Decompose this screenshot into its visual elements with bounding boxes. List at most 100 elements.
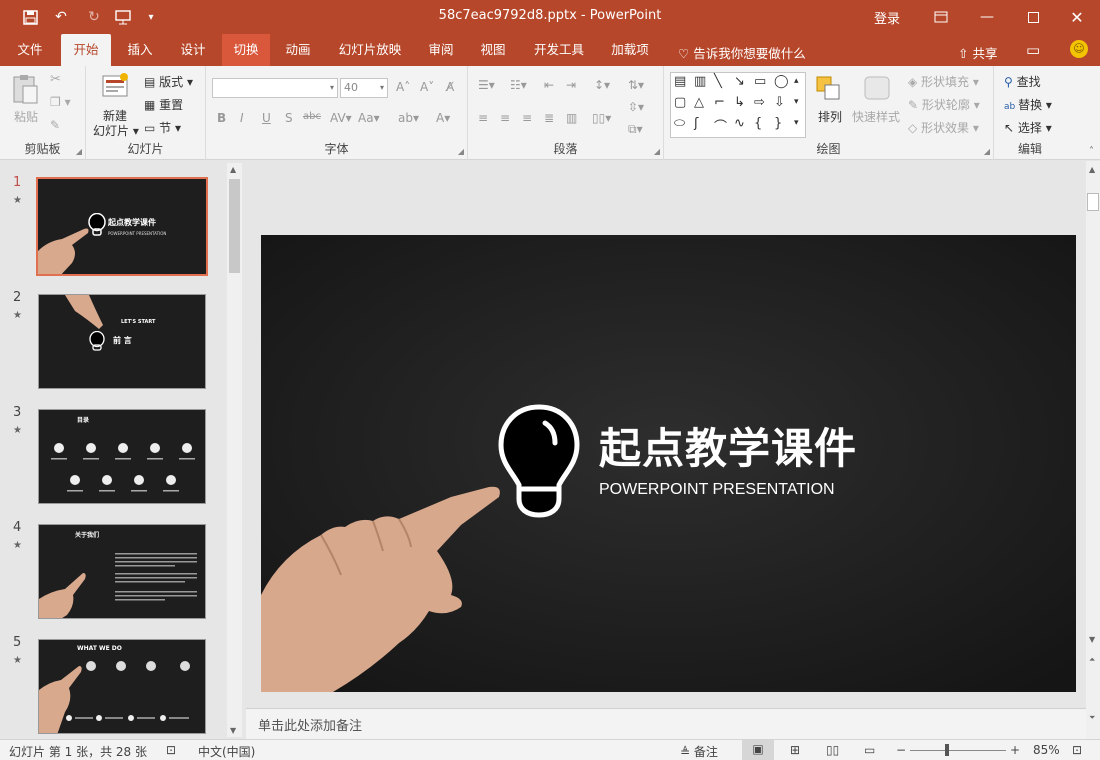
language-indicator[interactable]: 中文(中国) <box>198 743 255 760</box>
text-direction-icon[interactable]: ⇅▾ <box>628 78 644 92</box>
tab-addins[interactable]: 加载项 <box>604 34 656 66</box>
align-center-icon[interactable]: ≡ <box>500 111 510 125</box>
tell-me-box[interactable]: ♡ 告诉我你想要做什么 <box>678 43 806 62</box>
feedback-smiley-icon[interactable]: ☺ <box>1070 40 1088 58</box>
slide-thumbnail-1[interactable]: 起点教学课件 POWERPOINT PRESENTATION <box>36 177 208 276</box>
slide-thumbnail-4[interactable]: 关于我们 <box>38 524 206 619</box>
notes-pane[interactable]: 单击此处添加备注 <box>246 708 1086 739</box>
align-left-icon[interactable]: ≡ <box>478 111 488 125</box>
oval-shape-icon[interactable]: ◯ <box>774 74 789 89</box>
zoom-slider[interactable] <box>910 750 1006 751</box>
strikethrough-icon[interactable]: abc <box>303 111 321 122</box>
shape-effects-button[interactable]: ◇ 形状效果 ▾ <box>908 119 979 136</box>
font-launcher-icon[interactable]: ◢ <box>458 147 464 156</box>
share-button[interactable]: ⇧ 共享 <box>958 43 997 62</box>
change-case-icon[interactable]: Aa▾ <box>358 111 380 125</box>
layout-button[interactable]: ▤ 版式 ▾ <box>144 73 193 90</box>
scroll-up-icon[interactable]: ▲ <box>230 165 236 174</box>
slide-scrollbar[interactable]: ▲ ▼ ⏶ ⏷ <box>1086 161 1100 739</box>
arrange-icon[interactable] <box>814 74 844 104</box>
slide-thumbnail-3[interactable]: 目录 <box>38 409 206 504</box>
flowchart-shape-icon[interactable]: ⬭ <box>674 116 685 131</box>
copy-icon[interactable]: ❐ ▾ <box>50 95 71 109</box>
smartart-icon[interactable]: ⧉▾ <box>628 122 643 137</box>
slide-thumbnail-2[interactable]: LET'S START 前 言 <box>38 294 206 389</box>
tab-insert[interactable]: 插入 <box>118 34 162 66</box>
gallery-down-icon[interactable]: ▾ <box>794 97 799 107</box>
arc-shape-icon[interactable]: ⌒ <box>714 116 727 135</box>
scroll-down-icon[interactable]: ▼ <box>1089 635 1095 644</box>
shape-fill-button[interactable]: ◈ 形状填充 ▾ <box>908 73 979 90</box>
font-size-combo[interactable]: 40 ▾ <box>340 78 388 98</box>
normal-view-icon[interactable]: ▣ <box>742 740 774 760</box>
clear-format-icon[interactable]: A̸ <box>446 80 454 94</box>
highlight-icon[interactable]: ab▾ <box>398 111 419 125</box>
quick-styles-icon[interactable] <box>862 74 892 104</box>
slide-thumbnail-5[interactable]: WHAT WE DO <box>38 639 206 734</box>
columns-icon[interactable]: ▯▯▾ <box>592 111 611 125</box>
tab-review[interactable]: 审阅 <box>419 34 463 66</box>
numbering-icon[interactable]: ☷▾ <box>510 78 527 92</box>
textbox-shape-icon[interactable]: ▤ <box>674 74 686 89</box>
gallery-more-icon[interactable]: ▾ <box>794 118 799 128</box>
comments-icon[interactable]: ▭ <box>1026 41 1040 59</box>
replace-button[interactable]: ab 替换 ▾ <box>1004 96 1052 113</box>
close-icon[interactable]: ✕ <box>1054 0 1100 34</box>
align-text-icon[interactable]: ⇳▾ <box>628 100 644 114</box>
font-color-icon[interactable]: A▾ <box>436 111 450 125</box>
reading-view-icon[interactable]: ▯▯ <box>826 743 839 757</box>
decrease-indent-icon[interactable]: ⇤ <box>544 78 554 92</box>
shape-outline-button[interactable]: ✎ 形状轮廓 ▾ <box>908 96 980 113</box>
drawing-launcher-icon[interactable]: ◢ <box>984 147 990 156</box>
scrollbar-thumb[interactable] <box>1087 193 1099 211</box>
tab-file[interactable]: 文件 <box>8 34 52 66</box>
next-slide-icon[interactable]: ⏷ <box>1089 713 1095 723</box>
fit-to-window-icon[interactable]: ⊡ <box>1072 743 1082 757</box>
elbow-connector-shape-icon[interactable]: ⌐ <box>714 95 725 110</box>
shadow-icon[interactable]: S <box>285 111 293 125</box>
quick-styles-button[interactable]: 快速样式 <box>852 108 900 125</box>
minimize-icon[interactable]: — <box>964 0 1010 34</box>
scroll-up-icon[interactable]: ▲ <box>1089 165 1095 174</box>
ribbon-display-options-icon[interactable] <box>918 0 964 34</box>
grow-font-icon[interactable]: A˄ <box>396 80 410 94</box>
reset-button[interactable]: ▦ 重置 <box>144 96 183 113</box>
font-name-combo[interactable]: ▾ <box>212 78 338 98</box>
justify-icon[interactable]: ≣ <box>544 111 554 125</box>
arrange-button[interactable]: 排列 <box>818 108 842 125</box>
slide-sorter-icon[interactable]: ⊞ <box>790 743 800 757</box>
tab-design[interactable]: 设计 <box>171 34 215 66</box>
line-spacing-icon[interactable]: ↕▾ <box>594 78 610 92</box>
tab-developer[interactable]: 开发工具 <box>527 34 591 66</box>
gallery-up-icon[interactable]: ▴ <box>794 76 799 86</box>
underline-icon[interactable]: U <box>262 111 271 125</box>
down-arrow-shape-icon[interactable]: ⇩ <box>774 95 785 110</box>
find-button[interactable]: ⚲ 查找 <box>1004 73 1041 90</box>
freeform-shape-icon[interactable]: ʃ <box>694 116 698 131</box>
bullets-icon[interactable]: ☰▾ <box>478 78 495 92</box>
new-slide-button[interactable]: 幻灯片 ▾ <box>93 122 139 139</box>
rounded-rect-shape-icon[interactable]: ▢ <box>674 95 686 110</box>
current-slide[interactable]: 起点教学课件 POWERPOINT PRESENTATION <box>261 235 1076 692</box>
zoom-slider-thumb[interactable] <box>945 744 949 756</box>
tab-view[interactable]: 视图 <box>471 34 515 66</box>
collapse-ribbon-icon[interactable]: ˄ <box>1089 146 1094 157</box>
scroll-down-icon[interactable]: ▼ <box>230 726 236 735</box>
section-button[interactable]: ▭ 节 ▾ <box>144 119 181 136</box>
scrollbar-thumb[interactable] <box>229 179 240 273</box>
line-shape-icon[interactable]: ╲ <box>714 74 722 89</box>
select-button[interactable]: ↖ 选择 ▾ <box>1004 119 1052 136</box>
distributed-icon[interactable]: ▥ <box>566 111 577 125</box>
bold-icon[interactable]: B <box>217 111 226 125</box>
slide-subtitle[interactable]: POWERPOINT PRESENTATION <box>599 481 835 499</box>
notes-placeholder[interactable]: 单击此处添加备注 <box>258 715 362 734</box>
shapes-gallery[interactable]: ▤ ▥ ╲ ↘ ▭ ◯ ▢ △ ⌐ ↳ ⇨ ⇩ ⬭ ʃ ⌒ ∿ { } ▴ ▾ … <box>670 72 806 138</box>
arrow-line-shape-icon[interactable]: ↘ <box>734 74 745 89</box>
zoom-level[interactable]: 85% <box>1033 743 1060 757</box>
cut-icon[interactable]: ✂ <box>50 72 61 87</box>
triangle-shape-icon[interactable]: △ <box>694 95 704 110</box>
italic-icon[interactable]: I <box>240 111 244 125</box>
notes-toggle[interactable]: ≜ 备注 <box>680 743 718 760</box>
slideshow-view-icon[interactable]: ▭ <box>864 743 875 757</box>
previous-slide-icon[interactable]: ⏶ <box>1089 655 1095 665</box>
